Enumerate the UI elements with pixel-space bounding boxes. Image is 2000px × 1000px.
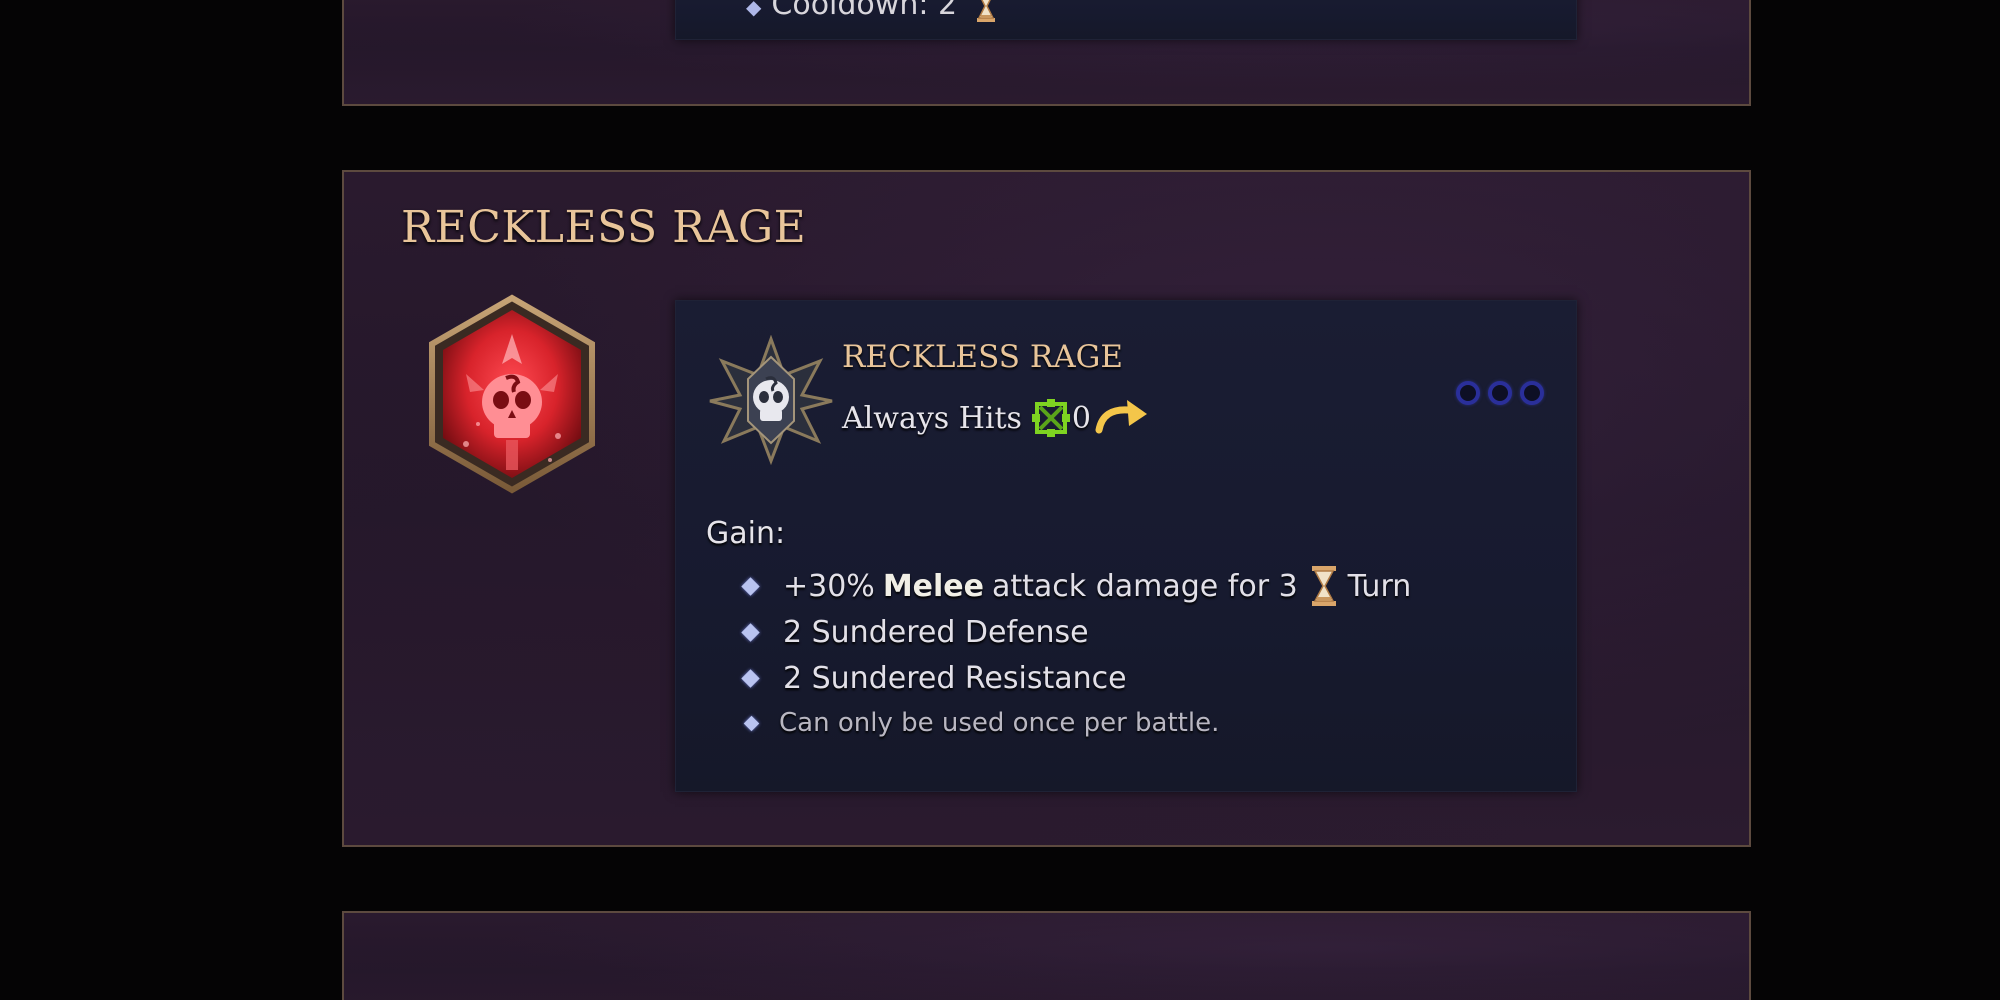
previous-ability-tooltip: ◆ Cooldown: 2 (675, 0, 1577, 40)
effect-item: 2 Sundered Defense (740, 609, 1411, 655)
bullet-diamond-icon (741, 668, 760, 688)
ability-card-title: RECKLESS RAGE (401, 202, 807, 253)
curved-arrow-icon (1095, 400, 1148, 434)
accuracy-label: Always Hits (842, 400, 1022, 436)
gain-label: Gain: (706, 516, 786, 551)
ability-list-page: ◆ Cooldown: 2 RECKLESS RAGE RECKLESS RAG… (0, 0, 2000, 1000)
effect-keyword: Melee (882, 568, 985, 604)
green-crosshair-icon (1031, 399, 1070, 437)
charge-pip (1520, 381, 1544, 405)
effect-prefix: +30% (783, 568, 875, 604)
hourglass-icon (976, 0, 995, 22)
ability-tooltip: RECKLESS RAGE Always Hits 0 Gain: +30% M… (675, 300, 1577, 792)
ap-cost-value: 0 (1071, 400, 1092, 436)
charge-pips (1456, 381, 1544, 405)
effect-text: 2 Sundered Defense (783, 614, 1089, 650)
effect-text: attack damage for 3 (992, 568, 1298, 604)
hourglass-icon (1311, 566, 1336, 606)
charge-pip (1488, 381, 1512, 405)
effect-suffix: Turn (1347, 568, 1412, 604)
effect-list: +30% Melee attack damage for 3 Turn 2 Su… (740, 563, 1411, 745)
spiked-skull-emblem-icon (709, 335, 833, 465)
bullet-diamond-icon: ◆ (746, 0, 762, 19)
previous-tooltip-line: ◆ Cooldown: 2 (746, 0, 997, 23)
tooltip-title: RECKLESS RAGE (842, 339, 1123, 375)
bullet-diamond-icon (741, 576, 760, 596)
note-text: Can only be used once per battle. (779, 708, 1220, 738)
ability-card-reckless-rage: RECKLESS RAGE RECKLESS RAGE Always Hits … (342, 170, 1751, 847)
previous-ability-card: ◆ Cooldown: 2 (342, 0, 1751, 106)
bullet-diamond-icon (743, 715, 760, 731)
effect-item: 2 Sundered Resistance (740, 655, 1411, 701)
bullet-diamond-icon (741, 622, 760, 642)
charge-pip (1456, 381, 1480, 405)
effect-text: 2 Sundered Resistance (783, 660, 1127, 696)
next-ability-card (342, 911, 1751, 1000)
tooltip-accuracy-row: Always Hits 0 (842, 397, 1149, 439)
red-skull-hexagon-icon[interactable] (426, 294, 598, 494)
cooldown-text: Cooldown: 2 (771, 0, 958, 22)
effect-item: +30% Melee attack damage for 3 Turn (740, 563, 1411, 609)
effect-note: Can only be used once per battle. (740, 701, 1411, 745)
